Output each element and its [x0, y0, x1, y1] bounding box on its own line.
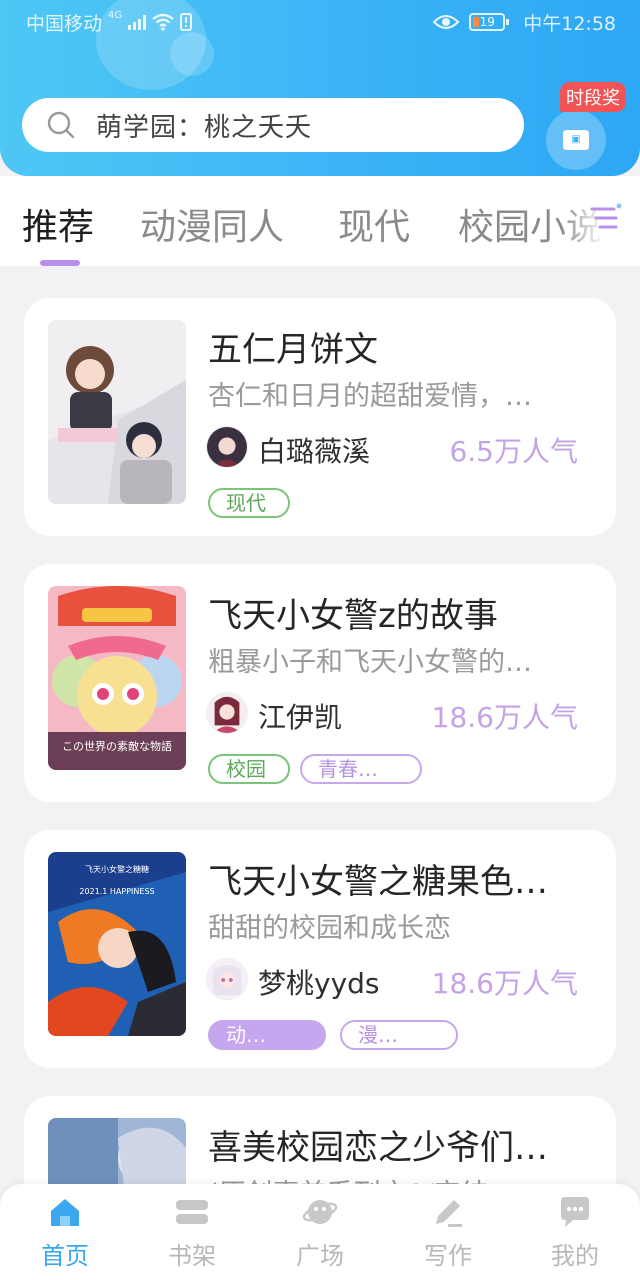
nav-mine[interactable]: 我的	[530, 1194, 620, 1276]
popularity-count: 18.6万人气	[431, 967, 578, 1000]
book-description: 粗暴小子和飞天小女警的…	[208, 647, 532, 678]
author-avatar[interactable]	[206, 958, 248, 1000]
genre-tag[interactable]: 动…	[208, 1020, 326, 1050]
author-avatar[interactable]	[206, 426, 248, 468]
app-header: 中国移动 4G 19 中午12:58 萌学园：桃之夭夭 ▣ 时段奖	[0, 0, 640, 176]
battery-level: 19	[479, 15, 495, 29]
time-reward-button[interactable]: ▣ 时段奖	[546, 82, 626, 172]
genre-tag[interactable]: 青春…	[300, 754, 422, 784]
signal-icon	[128, 14, 147, 30]
nav-label: 广场	[296, 1242, 344, 1270]
author-name: 江伊凯	[258, 701, 343, 734]
search-icon	[47, 111, 75, 139]
genre-tag[interactable]: 校园	[208, 754, 290, 784]
category-tabs: 推荐 动漫同人 现代 校园小说	[0, 176, 640, 266]
wifi-icon	[152, 13, 174, 31]
cover-image	[48, 320, 186, 504]
battery-icon: 19	[469, 13, 510, 31]
genre-tag[interactable]: 漫…	[340, 1020, 458, 1050]
tab-modern[interactable]: 现代	[338, 198, 410, 250]
nav-write[interactable]: 写作	[403, 1194, 493, 1276]
author-name: 白璐薇溪	[258, 435, 371, 468]
book-cover[interactable]	[48, 320, 186, 504]
book-title: 飞天小女警之糖果色…	[208, 862, 548, 902]
gift-icon: ▣	[546, 110, 606, 170]
eye-icon	[433, 15, 460, 29]
author-name: 梦桃yyds	[258, 967, 380, 1000]
status-bar-right: 19 中午12:58	[433, 0, 616, 44]
cover-image: 飞天小女警之糖糖 2021.1 HAPPINESS	[48, 852, 186, 1036]
network-type: 4G	[108, 10, 123, 21]
book-description: 甜甜的校园和成长恋	[208, 913, 451, 944]
pen-icon	[436, 1200, 462, 1227]
nav-bookshelf[interactable]: 书架	[147, 1194, 237, 1276]
cover-image: この世界の素敵な物語	[48, 586, 186, 770]
chat-bubble-icon	[561, 1197, 589, 1227]
nav-label: 书架	[168, 1242, 216, 1270]
category-menu-icon[interactable]	[586, 200, 622, 236]
nav-plaza[interactable]: 广场	[275, 1194, 365, 1276]
bottom-navigation: 首页 书架 广场 写作 我的	[0, 1184, 640, 1280]
nav-label: 首页	[41, 1242, 89, 1270]
nav-label: 我的	[551, 1242, 599, 1270]
popularity-count: 18.6万人气	[431, 701, 578, 734]
carrier-name: 中国移动	[26, 12, 103, 35]
cover-title-text: 飞天小女警之糖糖	[85, 864, 149, 874]
book-title: 飞天小女警z的故事	[208, 596, 498, 636]
clock-time: 中午12:58	[523, 12, 616, 35]
book-title: 喜美校园恋之少爷们…	[208, 1128, 548, 1168]
home-icon	[51, 1199, 79, 1226]
bookshelf-icon	[176, 1200, 208, 1224]
author-avatar[interactable]	[206, 692, 248, 734]
active-tab-indicator	[40, 260, 80, 266]
genre-tag[interactable]: 现代	[208, 488, 290, 518]
tab-recommend[interactable]: 推荐	[22, 198, 94, 250]
cover-caption: この世界の素敵な物語	[62, 739, 172, 753]
book-cover[interactable]: この世界の素敵な物語	[48, 586, 186, 770]
tab-anime-fanfic[interactable]: 动漫同人	[140, 198, 284, 250]
book-card[interactable]: 飞天小女警之糖糖 2021.1 HAPPINESS 飞天小女警之糖果色… 甜甜的…	[24, 830, 616, 1068]
nav-home[interactable]: 首页	[20, 1194, 110, 1276]
cover-subtitle-text: 2021.1 HAPPINESS	[79, 887, 154, 896]
search-placeholder: 萌学园：桃之夭夭	[96, 112, 313, 143]
status-bar-left: 中国移动 4G	[26, 0, 193, 44]
search-bar[interactable]: 萌学园：桃之夭夭	[22, 98, 524, 152]
book-description: 杏仁和日月的超甜爱情，…	[208, 381, 532, 412]
popularity-count: 6.5万人气	[449, 435, 578, 468]
book-card[interactable]: この世界の素敵な物語 飞天小女警z的故事 粗暴小子和飞天小女警的… 江伊凯 18…	[24, 564, 616, 802]
book-card[interactable]: 五仁月饼文 杏仁和日月的超甜爱情，… 白璐薇溪 6.5万人气 现代	[24, 298, 616, 536]
planet-icon	[302, 1200, 338, 1224]
sim-alert-icon	[180, 13, 193, 31]
book-cover[interactable]: 飞天小女警之糖糖 2021.1 HAPPINESS	[48, 852, 186, 1036]
time-reward-badge: 时段奖	[560, 82, 626, 112]
book-title: 五仁月饼文	[208, 330, 378, 370]
nav-label: 写作	[424, 1242, 472, 1270]
